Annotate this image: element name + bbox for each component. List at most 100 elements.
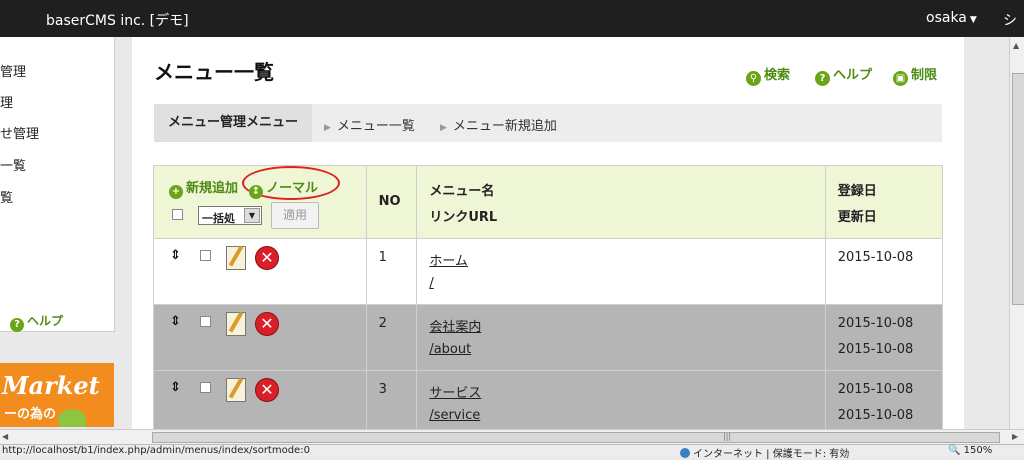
- drag-handle-icon[interactable]: ⇕: [170, 315, 181, 328]
- header-no: NO: [378, 194, 401, 209]
- row-name-link[interactable]: 会社案内: [429, 316, 481, 335]
- search-icon: ⚲: [746, 71, 761, 86]
- row-url-link[interactable]: /: [429, 276, 433, 291]
- row-no: 3: [378, 382, 387, 397]
- row-created: 2015-10-08: [837, 382, 914, 397]
- edit-icon[interactable]: [226, 245, 246, 270]
- row-no: 1: [378, 250, 387, 265]
- topbar-overflow-text[interactable]: シ: [1003, 10, 1017, 30]
- security-zone-text: インターネット | 保護モード: 有効: [693, 449, 850, 460]
- row-created: 2015-10-08: [837, 250, 914, 265]
- top-bar: baserCMS inc. [デモ] osaka ▼ シ: [0, 0, 1024, 37]
- row-no: 2: [378, 316, 387, 331]
- header-created: 登録日: [837, 184, 877, 199]
- row-url-link[interactable]: /service: [429, 408, 480, 423]
- submenu-title: メニュー管理メニュー: [154, 104, 312, 142]
- delete-icon[interactable]: ✕: [255, 246, 279, 270]
- chevron-right-icon: ▶: [440, 123, 447, 133]
- help-icon: ?: [10, 318, 24, 332]
- user-name: osaka: [926, 10, 967, 26]
- lock-icon: ▣: [893, 71, 908, 86]
- row-updated: 2015-10-08: [837, 342, 914, 357]
- plus-icon: +: [169, 185, 183, 199]
- table-row: ⇕ ✕ 2 会社案内/about 2015-10-08 2015-10-08: [153, 304, 944, 371]
- table-row: ⇕ ✕ 1 ホーム / 2015-10-08: [153, 238, 944, 305]
- row-url-link[interactable]: /about: [429, 342, 471, 357]
- sidebar-help-link[interactable]: ? ヘルプ: [10, 312, 63, 332]
- status-url: http://localhost/b1/index.php/admin/menu…: [2, 445, 310, 456]
- apply-button[interactable]: 適用: [271, 202, 319, 229]
- row-checkbox[interactable]: [200, 382, 211, 393]
- banner-subtitle: ーの為の: [4, 407, 57, 422]
- banner-title: Market: [2, 371, 100, 400]
- sidebar-item[interactable]: 理: [0, 92, 13, 111]
- main-content: メニュー一覧 ⚲ 検索 ? ヘルプ ▣ 制限 メニュー管理メニュー ▶ メニュー一覧 ▶…: [132, 37, 964, 437]
- scroll-left-icon[interactable]: ◀: [2, 432, 8, 441]
- delete-icon[interactable]: ✕: [255, 312, 279, 336]
- edit-icon[interactable]: [226, 377, 246, 402]
- vertical-scrollbar[interactable]: ▲: [1009, 37, 1024, 429]
- status-bar: http://localhost/b1/index.php/admin/menu…: [0, 444, 1024, 460]
- scroll-thumb[interactable]: |||: [152, 432, 1000, 443]
- sidebar-item[interactable]: せ管理: [0, 123, 39, 142]
- row-created: 2015-10-08: [837, 316, 914, 331]
- restrict-link[interactable]: ▣ 制限: [893, 64, 937, 86]
- scroll-up-icon[interactable]: ▲: [1013, 41, 1019, 50]
- header-url: リンクURL: [429, 210, 498, 225]
- zoom-level[interactable]: 🔍 150%: [948, 445, 992, 456]
- submenu-item-add[interactable]: ▶ メニュー新規追加: [440, 115, 557, 134]
- sidebar-item[interactable]: 覧: [0, 187, 13, 206]
- header-updated: 更新日: [837, 210, 877, 225]
- bulk-action-select[interactable]: 一括処 ▼: [198, 206, 262, 225]
- submenu-item-label: メニュー新規追加: [452, 119, 557, 134]
- mascot-icon: [58, 409, 86, 427]
- select-all-checkbox[interactable]: [172, 209, 183, 220]
- bulk-action-value: 一括処: [202, 212, 235, 225]
- help-icon: ?: [815, 71, 830, 86]
- user-menu[interactable]: osaka ▼: [926, 10, 977, 26]
- scroll-thumb[interactable]: [1012, 73, 1024, 305]
- normal-mode-link[interactable]: ↕ ノーマル: [249, 177, 318, 199]
- search-link[interactable]: ⚲ 検索: [746, 64, 790, 86]
- chevron-down-icon: ▼: [969, 15, 977, 25]
- site-name[interactable]: baserCMS inc. [デモ]: [46, 10, 189, 30]
- row-name-link[interactable]: ホーム: [429, 250, 468, 269]
- grip-icon: |||: [723, 432, 732, 441]
- market-banner[interactable]: Market ーの為の: [0, 363, 114, 427]
- header-name: メニュー名: [429, 184, 495, 199]
- magnifier-icon: 🔍: [948, 445, 964, 456]
- chevron-right-icon: ▶: [324, 123, 331, 133]
- drag-handle-icon[interactable]: ⇕: [170, 381, 181, 394]
- sidebar: 管理 理 せ管理 一覧 覧 ? ヘルプ: [0, 37, 115, 332]
- help-link[interactable]: ? ヘルプ: [815, 64, 872, 86]
- edit-icon[interactable]: [226, 311, 246, 336]
- submenu-item-label: メニュー一覧: [336, 119, 415, 134]
- normal-mode-label: ノーマル: [266, 181, 319, 196]
- sidebar-help-label: ヘルプ: [27, 314, 64, 328]
- add-new-label: 新規追加: [186, 181, 239, 196]
- table-row: ⇕ ✕ 3 サービス/service 2015-10-08 2015-10-08: [153, 370, 944, 437]
- row-name-link[interactable]: サービス: [429, 382, 481, 401]
- row-updated: 2015-10-08: [837, 408, 914, 423]
- scroll-right-icon[interactable]: ▶: [1012, 432, 1018, 441]
- help-label: ヘルプ: [833, 68, 873, 83]
- drag-handle-icon[interactable]: ⇕: [170, 249, 181, 262]
- sort-icon: ↕: [249, 185, 263, 199]
- horizontal-scrollbar[interactable]: ◀ ||| ▶: [0, 429, 1024, 444]
- row-checkbox[interactable]: [200, 250, 211, 261]
- page-title: メニュー一覧: [154, 60, 274, 84]
- sidebar-item[interactable]: 一覧: [0, 155, 26, 174]
- sidebar-item[interactable]: 管理: [0, 61, 26, 80]
- menu-table: + 新規追加 ↕ ノーマル 一括処 ▼ 適用 NO メニュー名リンクURL 登録日更新…: [153, 165, 944, 437]
- table-header: + 新規追加 ↕ ノーマル 一括処 ▼ 適用 NO メニュー名リンクURL 登録日更新…: [153, 165, 944, 239]
- dropdown-arrow-icon: ▼: [244, 208, 260, 223]
- submenu-item-list[interactable]: ▶ メニュー一覧: [324, 115, 415, 134]
- sub-menu: メニュー管理メニュー ▶ メニュー一覧 ▶ メニュー新規追加: [154, 104, 942, 142]
- zoom-value: 150%: [963, 445, 993, 456]
- search-label: 検索: [764, 68, 791, 83]
- restrict-label: 制限: [911, 68, 938, 83]
- add-new-link[interactable]: + 新規追加: [169, 177, 238, 199]
- delete-icon[interactable]: ✕: [255, 378, 279, 402]
- row-checkbox[interactable]: [200, 316, 211, 327]
- security-zone: インターネット | 保護モード: 有効: [680, 445, 849, 460]
